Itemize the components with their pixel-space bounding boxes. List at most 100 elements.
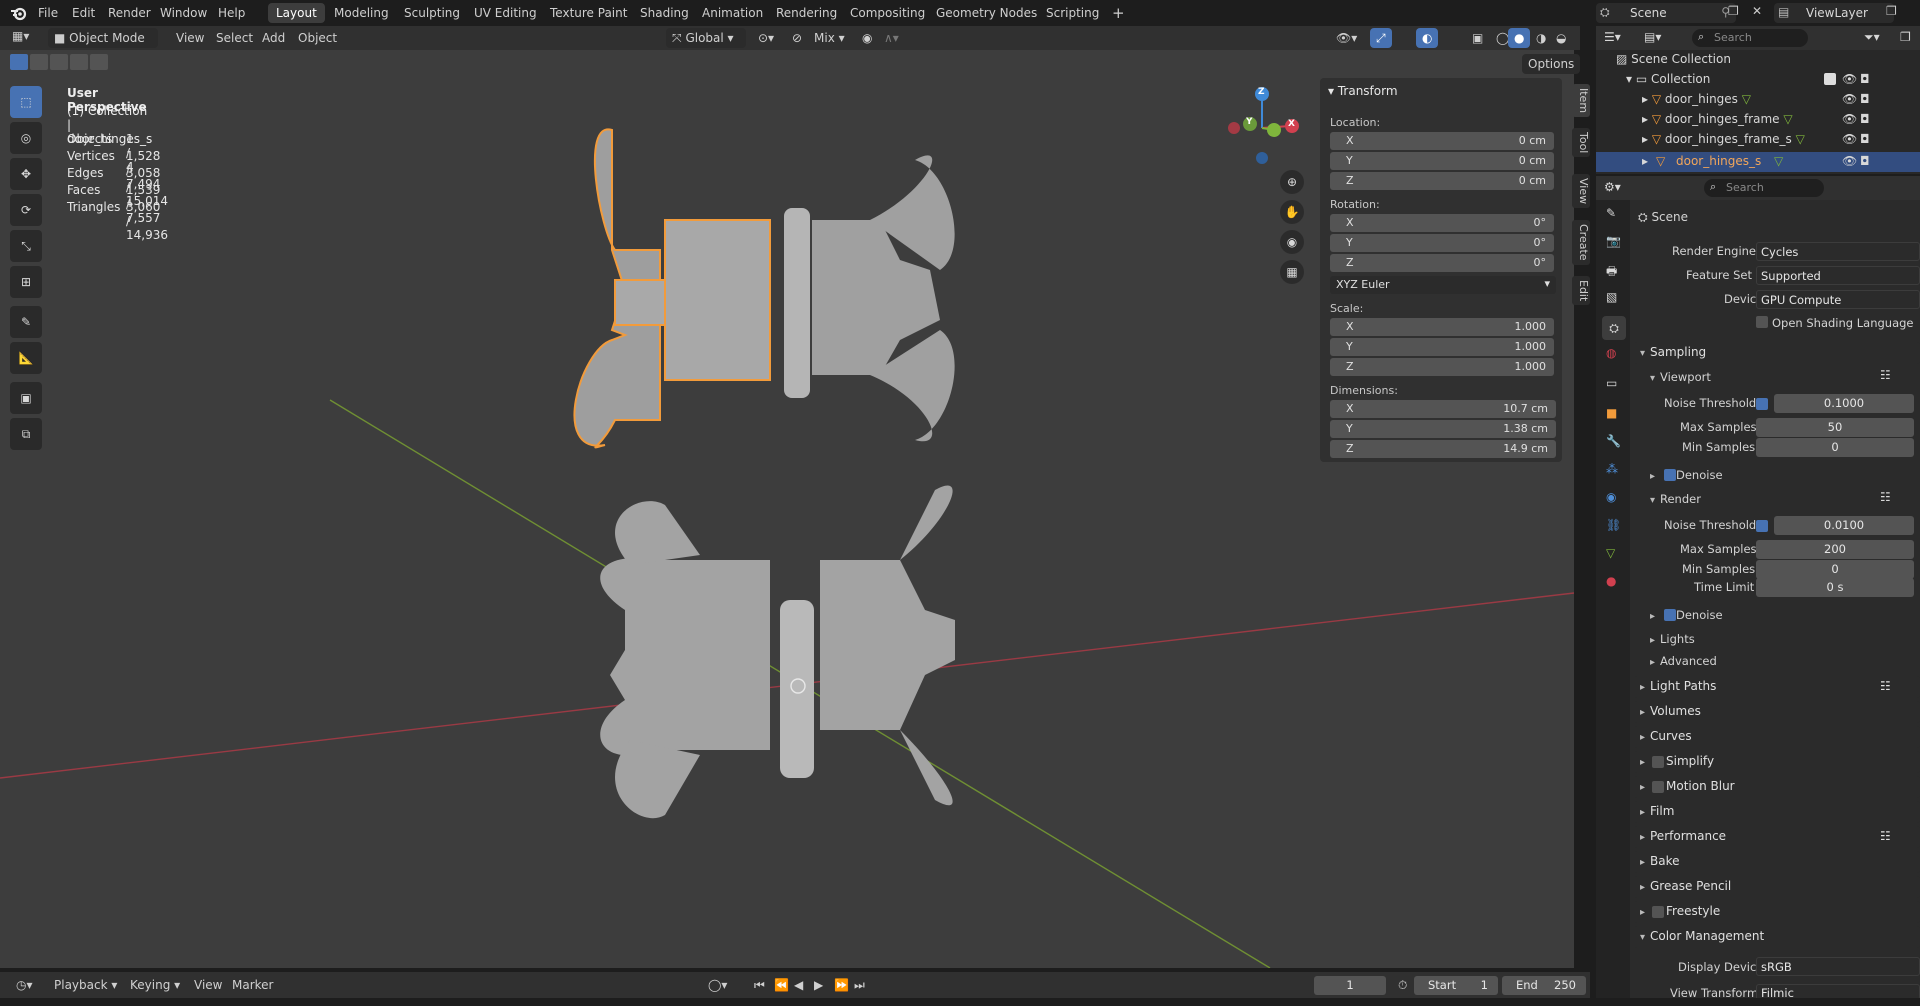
timeline-editor-icon[interactable]: ◷▾	[10, 975, 39, 995]
menu-object[interactable]: Object	[292, 28, 343, 48]
proportional-edit-icon[interactable]: ◉	[856, 28, 878, 48]
device-dropdown[interactable]: GPU Compute	[1756, 290, 1920, 309]
menu-file[interactable]: File	[30, 3, 66, 23]
transform-header[interactable]: ▾ Transform	[1328, 84, 1398, 98]
xray-icon[interactable]: ▣	[1466, 28, 1489, 48]
scene-collection-row[interactable]: ▨ Scene Collection	[1616, 52, 1731, 66]
tab-item[interactable]: Item	[1572, 84, 1590, 118]
record-icon[interactable]: ◯▾	[702, 975, 733, 995]
dimensions-x-field[interactable]: X 10.7 cm	[1330, 400, 1556, 418]
viewport-presets-icon[interactable]: ☷	[1880, 368, 1891, 382]
tab-layout[interactable]: Layout	[268, 3, 325, 23]
tab-geometry-nodes[interactable]: Geometry Nodes	[928, 3, 1045, 23]
outliner-item-selected[interactable]: ▸ ▽ door_hinges_s ▽ 👁 ◘	[1596, 152, 1920, 172]
play-icon[interactable]: ▶	[808, 975, 829, 995]
cursor-tool-icon[interactable]: ◎	[10, 122, 42, 154]
snap-icon[interactable]: ⊘	[786, 28, 808, 48]
freestyle-section[interactable]: ▸ Freestyle	[1634, 901, 1920, 923]
denoise-checkbox[interactable]	[1664, 609, 1676, 621]
tab-scripting[interactable]: Scripting	[1038, 3, 1107, 23]
camera-icon[interactable]: ◘	[1860, 132, 1870, 146]
tab-rendering[interactable]: Rendering	[768, 3, 845, 23]
menu-keying[interactable]: Keying ▾	[124, 975, 186, 995]
presets-icon[interactable]: ☷	[1880, 679, 1891, 693]
r-max-samples-field[interactable]: 200	[1756, 540, 1914, 559]
camera-icon[interactable]: ◘	[1860, 72, 1870, 86]
camera-icon[interactable]: ◘	[1860, 92, 1870, 106]
rotation-x-field[interactable]: X 0°	[1330, 214, 1554, 232]
collection-tab-icon[interactable]: ▭	[1606, 376, 1617, 390]
falloff-icon[interactable]: ∧▾	[878, 28, 905, 48]
render-presets-icon[interactable]: ☷	[1880, 490, 1891, 504]
location-y-field[interactable]: Y 0 cm	[1330, 152, 1554, 170]
shading-solid-icon[interactable]: ●	[1508, 28, 1531, 48]
camera-icon[interactable]: ◘	[1860, 154, 1870, 168]
properties-editor-icon[interactable]: ⚙▾	[1604, 180, 1621, 194]
camera-icon[interactable]: ◘	[1860, 112, 1870, 126]
new-collection-icon[interactable]: ❐	[1900, 30, 1911, 44]
tab-tool[interactable]: Tool	[1572, 128, 1590, 158]
eye-icon[interactable]: 👁	[1842, 154, 1857, 168]
select-new-icon[interactable]	[10, 54, 28, 70]
display-device-dropdown[interactable]: sRGB	[1756, 957, 1920, 976]
rotate-tool-icon[interactable]: ⟳	[10, 194, 42, 226]
outliner-search[interactable]: ⌕ Search	[1692, 29, 1808, 47]
menu-window[interactable]: Window	[152, 3, 215, 23]
current-frame-field[interactable]: 1	[1314, 976, 1386, 995]
outliner-editor-icon[interactable]: ☰▾	[1604, 30, 1621, 44]
motion-blur-checkbox[interactable]	[1652, 781, 1664, 793]
object-tab-icon[interactable]: ■	[1606, 406, 1617, 420]
select-intersect-icon[interactable]	[90, 54, 108, 70]
volumes-section[interactable]: ▸ Volumes	[1634, 701, 1920, 723]
start-frame-field[interactable]: Start 1	[1414, 976, 1498, 995]
location-x-field[interactable]: X 0 cm	[1330, 132, 1554, 150]
select-invert-icon[interactable]	[70, 54, 88, 70]
collection-row[interactable]: ▾ ▭ Collection 👁 ◘	[1626, 72, 1916, 86]
end-frame-field[interactable]: End 250	[1502, 976, 1586, 995]
jump-end-icon[interactable]: ⏭	[848, 975, 871, 995]
presets-icon[interactable]: ☷	[1880, 829, 1891, 843]
tool-tab-icon[interactable]: ✎	[1606, 206, 1616, 220]
simplify-checkbox[interactable]	[1652, 756, 1664, 768]
rotation-y-field[interactable]: Y 0°	[1330, 234, 1554, 252]
view-layer-tab-icon[interactable]: ▧	[1606, 290, 1617, 304]
r-denoise-row[interactable]: ▸ Denoise	[1650, 608, 1723, 622]
performance-section[interactable]: ▸ Performance ☷	[1634, 826, 1920, 848]
new-view-layer-icon[interactable]: ❐	[1886, 4, 1897, 18]
menu-marker[interactable]: Marker	[226, 975, 279, 995]
viewport-subsection[interactable]: ▾ Viewport	[1650, 370, 1711, 384]
render-engine-dropdown[interactable]: Cycles	[1756, 242, 1920, 261]
simplify-section[interactable]: ▸ Simplify	[1634, 751, 1920, 773]
select-subtract-icon[interactable]	[50, 54, 68, 70]
tab-edit[interactable]: Edit	[1572, 276, 1590, 306]
expand-icon[interactable]: ▸	[1642, 154, 1648, 168]
checkbox-icon[interactable]	[1824, 73, 1836, 85]
play-reverse-icon[interactable]: ◀	[788, 975, 809, 995]
outliner-item[interactable]: ▸ ▽ door_hinges ▽ 👁 ◘	[1642, 92, 1916, 106]
tab-shading[interactable]: Shading	[632, 3, 697, 23]
proportional-dropdown[interactable]: Mix ▾	[808, 28, 851, 48]
eye-icon[interactable]: 👁	[1842, 72, 1857, 86]
move-tool-icon[interactable]: ✥	[10, 158, 42, 190]
tab-create[interactable]: Create	[1572, 220, 1590, 265]
render-tab-icon[interactable]: 📷	[1606, 234, 1621, 248]
vp-max-samples-field[interactable]: 50	[1756, 418, 1914, 437]
menu-playback[interactable]: Playback ▾	[48, 975, 123, 995]
menu-add[interactable]: Add	[256, 28, 291, 48]
add-workspace-button[interactable]: +	[1104, 3, 1133, 23]
vp-noise-checkbox[interactable]	[1756, 398, 1768, 410]
menu-timeline-view[interactable]: View	[188, 975, 228, 995]
transform-tool-icon[interactable]: ⊞	[10, 266, 42, 298]
outliner-item[interactable]: ▸ ▽ door_hinges_frame ▽ 👁 ◘	[1642, 112, 1916, 126]
constraints-tab-icon[interactable]: ⛓	[1606, 518, 1621, 532]
display-mode-icon[interactable]: ▤▾	[1644, 30, 1661, 44]
overlay-toggle-icon[interactable]: ◐	[1416, 28, 1439, 48]
menu-render[interactable]: Render	[100, 3, 159, 23]
mode-dropdown[interactable]: ■ Object Mode ▾	[48, 28, 158, 65]
scale-tool-icon[interactable]: ⤡	[10, 230, 42, 262]
tab-animation[interactable]: Animation	[694, 3, 771, 23]
add-cube-tool-icon[interactable]: ▣	[10, 382, 42, 414]
world-tab-icon[interactable]: ◍	[1606, 346, 1616, 360]
osl-checkbox[interactable]	[1756, 316, 1768, 328]
curves-section[interactable]: ▸ Curves	[1634, 726, 1920, 748]
